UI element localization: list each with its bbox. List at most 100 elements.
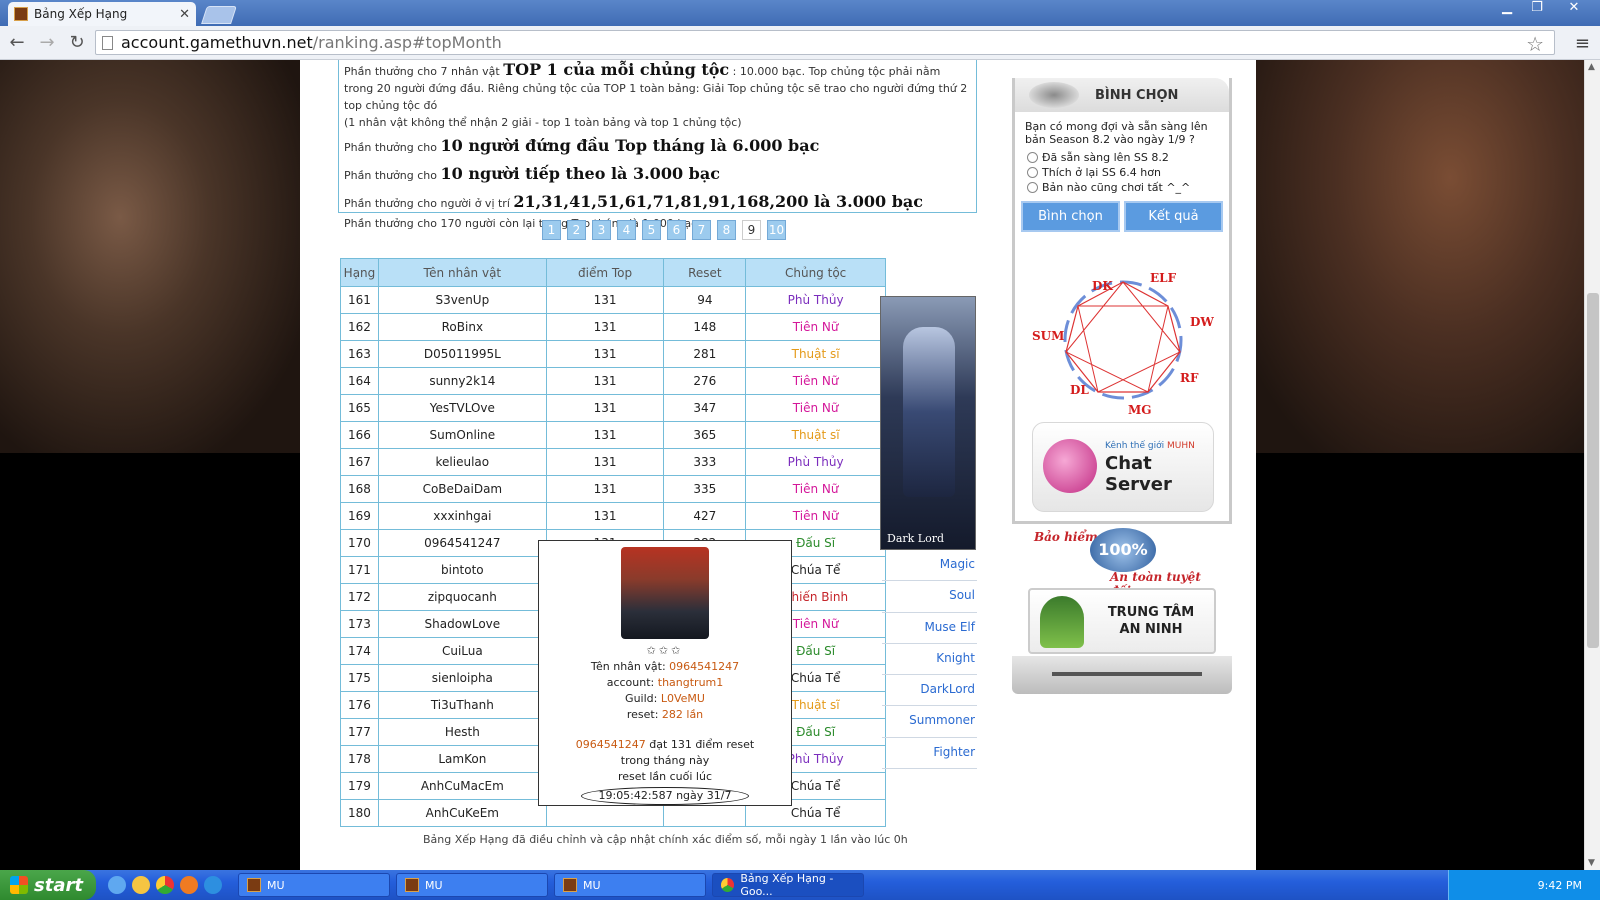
poll-option[interactable]: Đã sẵn sàng lên SS 8.2	[1015, 150, 1229, 165]
name-cell[interactable]: AnhCuKeEm	[377, 799, 547, 827]
name-cell[interactable]: xxxinhgai	[377, 502, 547, 530]
name-cell[interactable]: YesTVLOve	[377, 394, 547, 422]
address-bar[interactable]: account.gamethuvn.net/ranking.asp#topMon…	[95, 30, 1555, 56]
chrome-icon[interactable]	[156, 876, 174, 894]
name-cell[interactable]: bintoto	[377, 556, 547, 584]
page-link-4[interactable]: 4	[617, 220, 636, 240]
table-row[interactable]: 162 RoBinx 131 148 Tiên Nữ	[340, 313, 886, 341]
reload-icon[interactable]: ↻	[64, 30, 90, 56]
name-cell[interactable]: sienloipha	[377, 664, 547, 692]
name-cell[interactable]: ShadowLove	[377, 610, 547, 638]
name-cell[interactable]: kelieulao	[377, 448, 547, 476]
minimize-icon[interactable]: ▁	[1494, 0, 1520, 18]
name-cell[interactable]: sunny2k14	[377, 367, 547, 395]
result-button[interactable]: Kết quả	[1124, 201, 1223, 232]
class-link-fighter[interactable]: Fighter	[882, 738, 977, 770]
forward-icon[interactable]: →	[34, 30, 60, 56]
chat-server-banner[interactable]: Kênh thế giới MUHN Chat Server	[1032, 422, 1214, 512]
reset-cell: 365	[663, 421, 747, 449]
name-cell[interactable]: S3venUp	[377, 286, 547, 314]
name-cell[interactable]: zipquocanh	[377, 583, 547, 611]
radio-button[interactable]	[1027, 182, 1038, 193]
chat-kenh: Kênh thế giới MUHN	[1105, 441, 1195, 451]
poll-option-label: Thích ở lại SS 6.4 hơn	[1042, 166, 1161, 179]
class-link-muse-elf[interactable]: Muse Elf	[882, 613, 977, 644]
radio-button[interactable]	[1027, 152, 1038, 163]
race-cell: Thuật sĩ	[745, 421, 886, 449]
firefox-icon[interactable]	[180, 876, 198, 894]
name-cell[interactable]: Ti3uThanh	[377, 691, 547, 719]
class-link-summoner[interactable]: Summoner	[882, 706, 977, 738]
internet-explorer-icon[interactable]	[204, 876, 222, 894]
poll-option[interactable]: Bản nào cũng chơi tất ^_^	[1015, 180, 1229, 195]
label: Tên nhân vật:	[590, 660, 670, 673]
page-link-9[interactable]: 9	[742, 220, 761, 240]
table-header-row: Hạng Tên nhân vật điểm Top Reset Chủng tộc	[340, 258, 886, 287]
name-cell[interactable]: D05011995L	[377, 340, 547, 368]
tooltip-summary-line2: trong tháng này	[620, 754, 710, 767]
insurance-banner[interactable]: Bảo hiểm đồ 100% An toàn tuyệt đối	[1032, 526, 1218, 598]
rank-cell: 167	[340, 448, 379, 476]
notice-text: Phần thưởng cho 7 nhân vật	[344, 65, 504, 78]
scroll-thumb[interactable]	[1587, 293, 1599, 648]
vertical-scrollbar[interactable]: ▲ ▼	[1584, 60, 1600, 870]
taskbar-button-mu-3[interactable]: MU	[554, 873, 706, 897]
name-cell[interactable]: LamKon	[377, 745, 547, 773]
table-row[interactable]: 169 xxxinhgai 131 427 Tiên Nữ	[340, 502, 886, 530]
name-cell[interactable]: CuiLua	[377, 637, 547, 665]
name-cell[interactable]: 0964541247	[377, 529, 547, 557]
wheel-label: SUM	[1032, 329, 1064, 343]
url-host: account.gamethuvn.net	[121, 33, 313, 52]
security-center-banner[interactable]: TRUNG TÂM AN NINH	[1028, 588, 1216, 654]
bookmark-star-icon[interactable]: ☆	[1526, 32, 1544, 56]
name-cell[interactable]: SumOnline	[377, 421, 547, 449]
table-row[interactable]: 161 S3venUp 131 94 Phù Thủy	[340, 286, 886, 314]
back-icon[interactable]: ←	[4, 30, 30, 56]
name-cell[interactable]: CoBeDaiDam	[377, 475, 547, 503]
taskbar-button-mu-1[interactable]: MU	[238, 873, 390, 897]
vote-button[interactable]: Bình chọn	[1021, 201, 1120, 232]
class-link-darklord[interactable]: DarkLord	[882, 675, 977, 707]
messenger-icon[interactable]	[132, 876, 150, 894]
restore-icon[interactable]: ❐	[1524, 0, 1550, 18]
show-desktop-icon[interactable]	[108, 876, 126, 894]
rank-cell: 170	[340, 529, 379, 557]
class-link-soul[interactable]: Soul	[882, 581, 977, 613]
table-row[interactable]: 164 sunny2k14 131 276 Tiên Nữ	[340, 367, 886, 395]
scroll-down-icon[interactable]: ▼	[1588, 858, 1595, 868]
start-button[interactable]: start	[0, 870, 96, 900]
radio-button[interactable]	[1027, 167, 1038, 178]
poll-option[interactable]: Thích ở lại SS 6.4 hơn	[1015, 165, 1229, 180]
page-link-7[interactable]: 7	[692, 220, 711, 240]
label: account:	[606, 676, 658, 689]
name-cell[interactable]: RoBinx	[377, 313, 547, 341]
page-link-2[interactable]: 2	[567, 220, 586, 240]
browser-tab-active[interactable]: Bảng Xếp Hạng ✕	[8, 2, 196, 26]
new-tab-button[interactable]	[201, 6, 237, 24]
race-cell: Tiên Nữ	[745, 502, 886, 530]
table-row[interactable]: 168 CoBeDaiDam 131 335 Tiên Nữ	[340, 475, 886, 503]
windows-taskbar: start MU MU MU Bảng Xếp Hạng - Goo... 9:…	[0, 870, 1600, 900]
page-link-5[interactable]: 5	[642, 220, 661, 240]
table-row[interactable]: 163 D05011995L 131 281 Thuật sĩ	[340, 340, 886, 368]
table-row[interactable]: 167 kelieulao 131 333 Phù Thủy	[340, 448, 886, 476]
taskbar-button-chrome[interactable]: Bảng Xếp Hạng - Goo...	[712, 872, 864, 898]
taskbar-button-mu-2[interactable]: MU	[396, 873, 548, 897]
table-row[interactable]: 166 SumOnline 131 365 Thuật sĩ	[340, 421, 886, 449]
class-link-magic[interactable]: Magic	[882, 550, 977, 582]
name-cell[interactable]: AnhCuMacEm	[377, 772, 547, 800]
class-link-knight[interactable]: Knight	[882, 644, 977, 676]
tab-close-icon[interactable]: ✕	[179, 7, 190, 22]
scroll-up-icon[interactable]: ▲	[1588, 62, 1595, 72]
name-cell[interactable]: Hesth	[377, 718, 547, 746]
table-row[interactable]: 165 YesTVLOve 131 347 Tiên Nữ	[340, 394, 886, 422]
page-link-3[interactable]: 3	[592, 220, 611, 240]
close-window-icon[interactable]: ✕	[1554, 0, 1594, 18]
page-link-1[interactable]: 1	[542, 220, 561, 240]
chrome-menu-icon[interactable]: ≡	[1575, 33, 1590, 54]
page-link-10[interactable]: 10	[767, 220, 786, 240]
dragon-logo-icon	[1029, 82, 1079, 108]
page-link-8[interactable]: 8	[717, 220, 736, 240]
page-link-6[interactable]: 6	[667, 220, 686, 240]
